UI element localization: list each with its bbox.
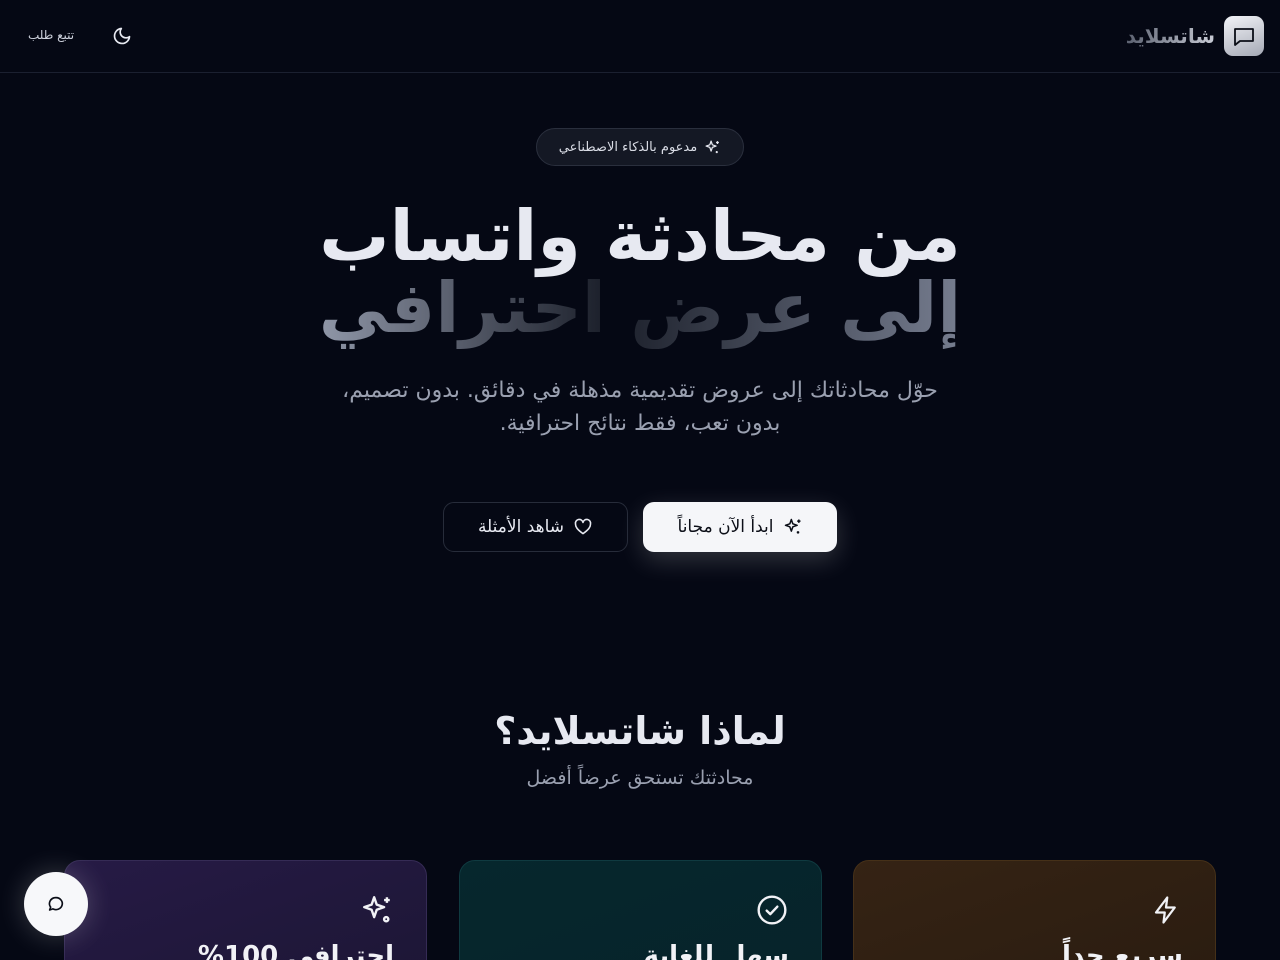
start-free-label: ابدأ الآن مجاناً	[677, 517, 774, 537]
sparkles-icon	[705, 139, 720, 153]
hero-title-line-1: من محادثة واتساب	[319, 195, 961, 277]
feature-card-title: سريع جداً	[1062, 941, 1183, 960]
moon-icon	[113, 27, 131, 45]
start-free-button[interactable]: ابدأ الآن مجاناً	[643, 502, 837, 552]
chat-bubble-icon	[48, 896, 64, 911]
view-examples-button[interactable]: شاهد الأمثلة	[443, 502, 628, 552]
feature-card-easy: سهل للغاية	[459, 860, 822, 960]
landing-page: شاتسلايد تتبع طلب مدعوم بالذكاء الاصطناع…	[0, 0, 1280, 960]
heart-icon	[574, 518, 592, 535]
sparkles-icon	[784, 518, 800, 534]
badge-text: مدعوم بالذكاء الاصطناعي	[558, 139, 698, 155]
why-section-title: لماذا شاتسلايد؟	[494, 709, 786, 753]
hero-subtitle-line-1: حوّل محادثاتك إلى عروض تقديمية مذهلة في …	[342, 378, 938, 403]
feature-card-professional: احترافي 100%	[64, 860, 427, 960]
lightning-icon	[1149, 893, 1183, 927]
floating-chat-button[interactable]	[24, 872, 88, 936]
hero-title-gradient-text: إلى عرض احترافي	[318, 267, 962, 349]
hero-subtitle-line-2: بدون تعب، فقط نتائج احترافية.	[499, 411, 781, 436]
view-examples-label: شاهد الأمثلة	[477, 517, 565, 537]
chat-logo-icon	[1224, 16, 1264, 56]
sparkles-icon	[360, 893, 394, 927]
why-section-subtitle: محادثتك تستحق عرضاً أفضل	[526, 767, 754, 789]
brand-name: شاتسلايد	[1125, 24, 1215, 48]
theme-toggle-button[interactable]	[110, 24, 134, 48]
top-navigation-bar: شاتسلايد تتبع طلب	[0, 0, 1280, 73]
feature-card-fast: سريع جداً	[853, 860, 1216, 960]
ai-powered-badge: مدعوم بالذكاء الاصطناعي	[536, 128, 744, 166]
hero-subtitle: حوّل محادثاتك إلى عروض تقديمية مذهلة في …	[300, 374, 980, 440]
check-circle-icon	[755, 893, 789, 927]
brand[interactable]: شاتسلايد	[1126, 16, 1264, 56]
feature-card-title: احترافي 100%	[197, 941, 394, 960]
feature-card-title: سهل للغاية	[643, 941, 789, 960]
track-order-link[interactable]: تتبع طلب	[28, 28, 74, 42]
hero-title-line-2: إلى عرض احترافي	[0, 268, 1280, 348]
